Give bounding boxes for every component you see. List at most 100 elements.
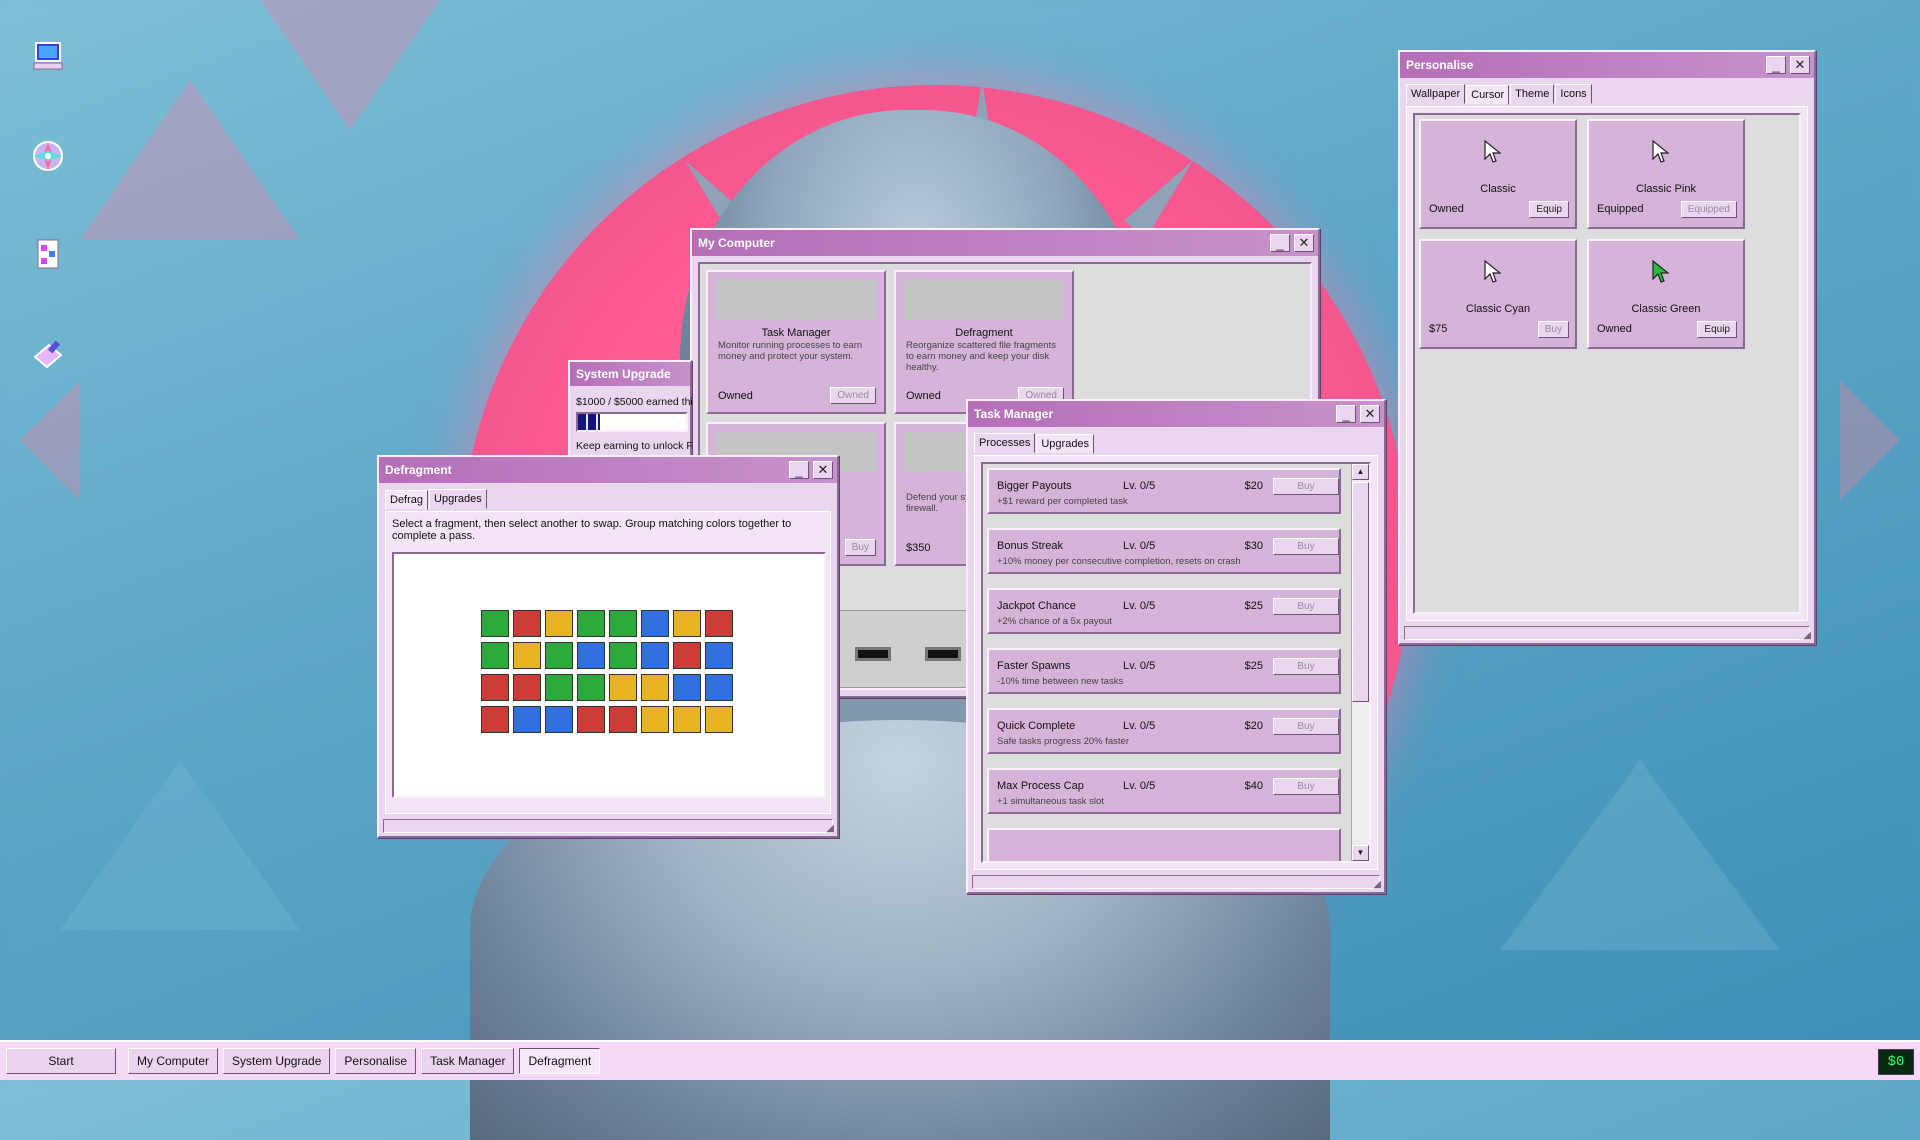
fragment-cell[interactable]: [577, 706, 605, 733]
defragment-tabs: Defrag Upgrades: [379, 483, 837, 510]
upgrade-name: Jackpot Chance: [997, 600, 1076, 612]
paint-desktop-icon[interactable]: [28, 334, 68, 374]
system-upgrade-titlebar[interactable]: System Upgrade: [570, 362, 690, 386]
equip-button[interactable]: Equip: [1529, 201, 1569, 218]
minimize-button[interactable]: _: [1336, 405, 1356, 423]
my-computer-desktop-icon[interactable]: [28, 36, 68, 76]
window-title: Task Manager: [974, 407, 1054, 421]
defragment-titlebar[interactable]: Defragment _ ✕: [379, 457, 837, 483]
tab-processes[interactable]: Processes: [974, 433, 1036, 453]
task-manager-window[interactable]: Task Manager _ ✕ Processes Upgrades Bigg…: [966, 399, 1386, 894]
fragment-cell[interactable]: [545, 674, 573, 701]
buy-button[interactable]: Buy: [1273, 778, 1339, 795]
fragment-cell[interactable]: [609, 642, 637, 669]
fragment-cell[interactable]: [609, 674, 637, 701]
equip-button[interactable]: Equip: [1697, 321, 1737, 338]
taskbar-item-personalise[interactable]: Personalise: [335, 1048, 417, 1074]
tab-theme[interactable]: Theme: [1510, 84, 1555, 104]
fragment-cell[interactable]: [673, 610, 701, 637]
fragment-cell[interactable]: [673, 642, 701, 669]
resize-grip[interactable]: ◢: [826, 823, 834, 834]
minimize-button[interactable]: _: [1766, 56, 1786, 74]
fragment-cell[interactable]: [481, 706, 509, 733]
buy-button[interactable]: Buy: [844, 539, 876, 556]
fragment-cell[interactable]: [641, 642, 669, 669]
close-button[interactable]: ✕: [1294, 234, 1314, 252]
owned-button[interactable]: Owned: [830, 387, 876, 404]
cursor-card-classic-green[interactable]: Classic Green Owned Equip: [1587, 239, 1745, 349]
tab-upgrades[interactable]: Upgrades: [1036, 434, 1095, 454]
buy-button[interactable]: Buy: [1273, 718, 1339, 735]
minimize-button[interactable]: _: [1270, 234, 1290, 252]
upgrade-description: -10% time between new tasks: [997, 676, 1124, 687]
fragment-cell[interactable]: [705, 674, 733, 701]
start-button[interactable]: Start: [6, 1048, 116, 1074]
personalise-window[interactable]: Personalise _ ✕ Wallpaper Cursor Theme I…: [1398, 50, 1816, 645]
cursor-arrow-icon: [1652, 139, 1670, 163]
task-manager-titlebar[interactable]: Task Manager _ ✕: [968, 401, 1384, 427]
taskbar-item-task-manager[interactable]: Task Manager: [421, 1048, 515, 1074]
fragment-cell[interactable]: [705, 706, 733, 733]
close-button[interactable]: ✕: [813, 461, 833, 479]
fragment-cell[interactable]: [513, 674, 541, 701]
upgrade-name: Faster Spawns: [997, 660, 1071, 672]
scroll-thumb[interactable]: [1352, 482, 1369, 702]
buy-button[interactable]: Buy: [1537, 321, 1569, 338]
upgrade-row-faster-spawns: Faster Spawns Lv. 0/5 $25 -10% time betw…: [987, 648, 1341, 694]
fragment-cell[interactable]: [545, 706, 573, 733]
tab-defrag[interactable]: Defrag: [385, 490, 429, 510]
tab-upgrades[interactable]: Upgrades: [429, 489, 487, 509]
fragment-cell[interactable]: [513, 610, 541, 637]
close-button[interactable]: ✕: [1790, 56, 1810, 74]
scroll-down-button[interactable]: ▼: [1352, 845, 1369, 861]
taskbar-item-my-computer[interactable]: My Computer: [128, 1048, 219, 1074]
tab-icons[interactable]: Icons: [1555, 84, 1592, 104]
fragment-cell[interactable]: [577, 674, 605, 701]
fragment-cell[interactable]: [577, 610, 605, 637]
minimize-button[interactable]: _: [789, 461, 809, 479]
fragment-cell[interactable]: [513, 642, 541, 669]
fragment-cell[interactable]: [609, 610, 637, 637]
program-card-task-manager[interactable]: Task Manager Monitor running processes t…: [706, 270, 886, 414]
system-upgrade-window[interactable]: System Upgrade $1000 / $5000 earned thi …: [568, 360, 692, 460]
fragment-cell[interactable]: [577, 642, 605, 669]
fragment-cell[interactable]: [545, 642, 573, 669]
cd-disc-desktop-icon[interactable]: [28, 136, 68, 176]
fragment-cell[interactable]: [673, 674, 701, 701]
cursor-card-classic-cyan[interactable]: Classic Cyan $75 Buy: [1419, 239, 1577, 349]
fragment-cell[interactable]: [705, 642, 733, 669]
taskbar-item-defragment[interactable]: Defragment: [519, 1048, 601, 1074]
equipped-button[interactable]: Equipped: [1680, 201, 1737, 218]
document-desktop-icon[interactable]: [28, 234, 68, 274]
fragment-cell[interactable]: [481, 674, 509, 701]
fragment-cell[interactable]: [513, 706, 541, 733]
fragment-cell[interactable]: [641, 674, 669, 701]
fragment-cell[interactable]: [641, 706, 669, 733]
buy-button[interactable]: Buy: [1273, 598, 1339, 615]
fragment-cell[interactable]: [609, 706, 637, 733]
defragment-window[interactable]: Defragment _ ✕ Defrag Upgrades Select a …: [377, 455, 839, 838]
fragment-cell[interactable]: [641, 610, 669, 637]
resize-grip[interactable]: ◢: [1803, 630, 1811, 641]
cursor-card-classic[interactable]: Classic Owned Equip: [1419, 119, 1577, 229]
scrollbar[interactable]: ▲ ▼: [1351, 464, 1369, 861]
fragment-cell[interactable]: [481, 642, 509, 669]
fragment-cell[interactable]: [705, 610, 733, 637]
taskbar-item-system-upgrade[interactable]: System Upgrade: [223, 1048, 331, 1074]
buy-button[interactable]: Buy: [1273, 658, 1339, 675]
resize-grip[interactable]: ◢: [1373, 879, 1381, 890]
tab-cursor[interactable]: Cursor: [1466, 85, 1510, 105]
cursor-card-classic-pink[interactable]: Classic Pink Equipped Equipped: [1587, 119, 1745, 229]
fragment-cell[interactable]: [481, 610, 509, 637]
program-card-defragment[interactable]: Defragment Reorganize scattered file fra…: [894, 270, 1074, 414]
fragment-cell[interactable]: [545, 610, 573, 637]
fragment-cell[interactable]: [673, 706, 701, 733]
personalise-titlebar[interactable]: Personalise _ ✕: [1400, 52, 1814, 78]
upgrade-row-partial: [987, 828, 1341, 861]
close-button[interactable]: ✕: [1360, 405, 1380, 423]
scroll-up-button[interactable]: ▲: [1352, 464, 1369, 480]
buy-button[interactable]: Buy: [1273, 478, 1339, 495]
buy-button[interactable]: Buy: [1273, 538, 1339, 555]
tab-wallpaper[interactable]: Wallpaper: [1406, 84, 1466, 104]
my-computer-titlebar[interactable]: My Computer _ ✕: [692, 230, 1318, 256]
